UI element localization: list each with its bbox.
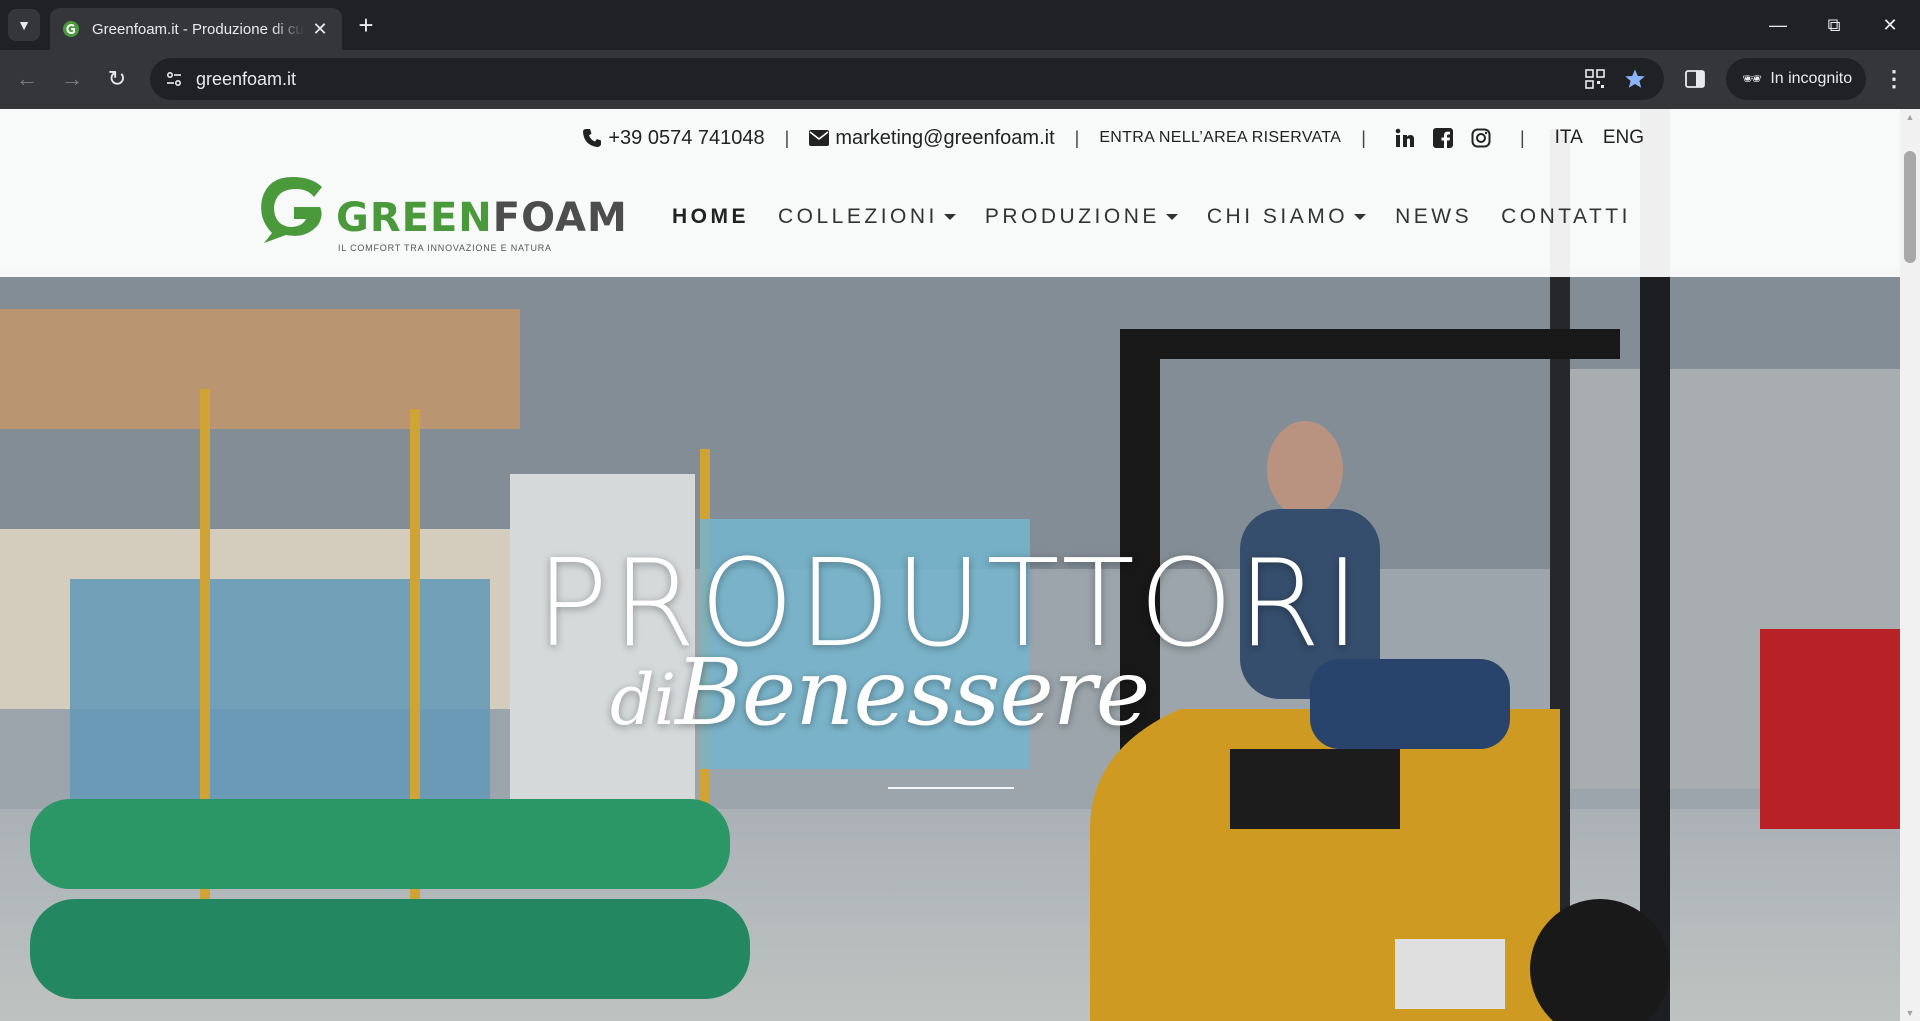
nav-chi-siamo[interactable]: CHI SIAMO bbox=[1207, 205, 1367, 229]
separator: | bbox=[1361, 127, 1366, 148]
hero-subtitle-main: Benessere bbox=[675, 639, 1150, 746]
chevron-down-icon bbox=[1354, 214, 1367, 220]
separator: | bbox=[1074, 127, 1080, 148]
tab-title: Greenfoam.it - Produzione di cu bbox=[92, 20, 304, 38]
lang-ita[interactable]: ITA bbox=[1555, 127, 1583, 149]
nav-home[interactable]: HOME bbox=[672, 205, 749, 229]
nav-collezioni[interactable]: COLLEZIONI bbox=[778, 205, 956, 229]
tab-strip: ▼ Greenfoam.it - Produzione di cu ✕ + — … bbox=[0, 0, 1920, 50]
side-panel-icon[interactable] bbox=[1684, 68, 1706, 90]
back-icon[interactable]: ← bbox=[12, 64, 42, 94]
star-icon[interactable] bbox=[1624, 68, 1646, 90]
incognito-indicator[interactable]: 🕶 In incognito bbox=[1726, 58, 1866, 100]
hero-divider bbox=[888, 787, 1014, 789]
greenfoam-logo[interactable]: GREENFOAM IL COMFORT TRA INNOVAZIONE E N… bbox=[256, 173, 627, 253]
incognito-label: In incognito bbox=[1770, 70, 1853, 87]
page-viewport: PRODUTTORI diBenessere +39 0574 741048 | bbox=[0, 109, 1920, 1021]
phone-link[interactable]: +39 0574 741048 bbox=[582, 126, 765, 150]
site-header: +39 0574 741048 | marketing@greenfoam.it… bbox=[0, 109, 1900, 277]
page-scrollbar[interactable]: ▲ ▼ bbox=[1900, 109, 1920, 1021]
linkedin-icon[interactable] bbox=[1394, 127, 1416, 149]
scroll-down-icon[interactable]: ▼ bbox=[1900, 1005, 1920, 1021]
lang-eng[interactable]: ENG bbox=[1603, 127, 1644, 149]
scroll-up-icon[interactable]: ▲ bbox=[1900, 109, 1920, 125]
nav-produzione[interactable]: PRODUZIONE bbox=[985, 205, 1178, 229]
favicon-icon bbox=[63, 21, 79, 37]
main-navigation: HOME COLLEZIONI PRODUZIONE CHI SIAMO NEW… bbox=[672, 205, 1660, 229]
close-icon[interactable]: ✕ bbox=[310, 19, 330, 40]
email-address: marketing@greenfoam.it bbox=[835, 126, 1055, 149]
forward-icon[interactable]: → bbox=[57, 64, 87, 94]
envelope-icon bbox=[809, 130, 830, 146]
chevron-down-icon bbox=[1165, 214, 1178, 220]
address-bar[interactable]: greenfoam.it bbox=[150, 58, 1664, 100]
hero-subtitle-di: di bbox=[610, 659, 676, 741]
browser-toolbar: ← → ↻ greenfoam.it 🕶 In incognito ⋮ bbox=[0, 50, 1920, 109]
phone-number: +39 0574 741048 bbox=[608, 126, 765, 149]
separator: | bbox=[784, 127, 790, 148]
more-vert-icon[interactable]: ⋮ bbox=[1880, 64, 1908, 94]
reload-icon[interactable]: ↻ bbox=[102, 64, 132, 94]
separator: | bbox=[1519, 127, 1525, 148]
instagram-icon[interactable] bbox=[1470, 127, 1492, 149]
phone-icon bbox=[583, 129, 602, 147]
facebook-icon[interactable] bbox=[1432, 127, 1454, 149]
browser-tab[interactable]: Greenfoam.it - Produzione di cu ✕ bbox=[50, 8, 342, 50]
scroll-thumb[interactable] bbox=[1904, 151, 1916, 263]
logo-tagline: IL COMFORT TRA INNOVAZIONE E NATURA bbox=[338, 243, 552, 253]
nav-news[interactable]: NEWS bbox=[1395, 205, 1472, 229]
window-close-icon[interactable]: ✕ bbox=[1870, 10, 1910, 40]
site-info-icon[interactable] bbox=[164, 69, 184, 89]
email-link[interactable]: marketing@greenfoam.it bbox=[809, 126, 1055, 150]
incognito-icon: 🕶 bbox=[1742, 71, 1763, 88]
qr-code-icon[interactable] bbox=[1584, 68, 1606, 90]
nav-contatti[interactable]: CONTATTI bbox=[1501, 205, 1631, 229]
url-text: greenfoam.it bbox=[196, 69, 297, 89]
minimize-icon[interactable]: — bbox=[1758, 10, 1798, 40]
reserved-area-link[interactable]: ENTRA NELL’AREA RISERVATA bbox=[1099, 129, 1341, 147]
restore-icon[interactable]: ⧉ bbox=[1814, 10, 1854, 40]
top-contact-bar: +39 0574 741048 | marketing@greenfoam.it… bbox=[582, 123, 1654, 153]
tab-search-icon[interactable]: ▼ bbox=[8, 9, 40, 41]
logo-mark-icon bbox=[261, 177, 322, 243]
plus-icon[interactable]: + bbox=[352, 12, 380, 40]
logo-wordmark: GREENFOAM bbox=[336, 195, 628, 241]
hero-subtitle: diBenessere bbox=[610, 639, 1150, 746]
chevron-down-icon bbox=[943, 214, 956, 220]
hero-section: PRODUTTORI diBenessere +39 0574 741048 | bbox=[0, 109, 1900, 1021]
